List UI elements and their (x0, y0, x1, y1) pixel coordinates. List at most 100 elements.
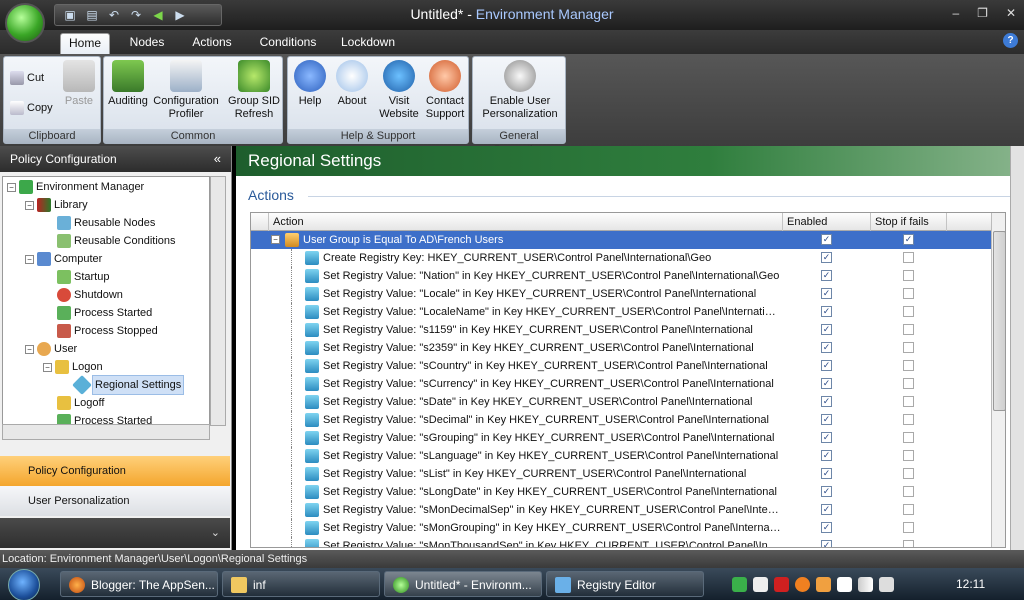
table-row[interactable]: Set Registry Value: "Nation" in Key HKEY… (251, 267, 991, 285)
table-row[interactable]: Set Registry Value: "sCurrency" in Key H… (251, 375, 991, 393)
java-icon[interactable] (816, 576, 831, 592)
grid-scroll-thumb[interactable] (993, 231, 1005, 411)
flag-icon[interactable] (837, 576, 852, 592)
tab-conditions[interactable]: Conditions (254, 33, 322, 54)
stop-if-fails-checkbox[interactable] (903, 270, 914, 281)
about-button[interactable]: About (334, 60, 370, 108)
table-row[interactable]: Set Registry Value: "sLongDate" in Key H… (251, 483, 991, 501)
stop-if-fails-checkbox[interactable] (903, 486, 914, 497)
table-row[interactable]: Set Registry Value: "Locale" in Key HKEY… (251, 285, 991, 303)
clock[interactable]: 12:11 (956, 577, 985, 591)
enabled-checkbox[interactable]: ✓ (821, 234, 832, 245)
tree-node-user[interactable]: − User (25, 340, 77, 358)
enabled-checkbox[interactable]: ✓ (821, 468, 832, 479)
cut-button[interactable]: Cut (10, 71, 44, 85)
nav-user-personalization[interactable]: User Personalization (0, 486, 230, 516)
collapse-icon[interactable]: − (7, 182, 16, 192)
stop-if-fails-checkbox[interactable] (903, 540, 914, 547)
tab-nodes[interactable]: Nodes (122, 33, 172, 54)
copy-button[interactable]: Copy (10, 101, 53, 115)
enabled-checkbox[interactable]: ✓ (821, 414, 832, 425)
tab-lockdown[interactable]: Lockdown (336, 33, 400, 54)
application-menu-button[interactable] (5, 3, 45, 43)
enabled-checkbox[interactable]: ✓ (821, 378, 832, 389)
enabled-checkbox[interactable]: ✓ (821, 252, 832, 263)
help-icon[interactable]: ? (1003, 33, 1018, 48)
enabled-checkbox[interactable]: ✓ (821, 324, 832, 335)
column-header-action[interactable]: Action (269, 213, 783, 231)
help-button[interactable]: Help (292, 60, 328, 108)
enabled-checkbox[interactable]: ✓ (821, 360, 832, 371)
auditing-button[interactable]: Auditing (106, 60, 150, 108)
table-row[interactable]: Set Registry Value: "s1159" in Key HKEY_… (251, 321, 991, 339)
taskbar-item-blogger[interactable]: Blogger: The AppSen... (60, 571, 218, 597)
security-check-icon[interactable] (732, 576, 747, 592)
network-icon[interactable] (858, 576, 873, 592)
paste-button[interactable]: Paste (60, 60, 98, 108)
enabled-checkbox[interactable]: ✓ (821, 270, 832, 281)
update-icon[interactable] (795, 576, 810, 592)
enable-user-personalization-button[interactable]: Enable User Personalization (475, 60, 565, 121)
group-sid-refresh-button[interactable]: Group SID Refresh (226, 60, 282, 121)
collapse-icon[interactable]: − (25, 200, 34, 210)
table-row[interactable]: Set Registry Value: "sMonDecimalSep" in … (251, 501, 991, 519)
tab-home[interactable]: Home (60, 33, 110, 54)
tree-horizontal-scrollbar[interactable] (2, 424, 210, 440)
table-row[interactable]: Set Registry Value: "sGrouping" in Key H… (251, 429, 991, 447)
tree-node-regional-settings[interactable]: Regional Settings (72, 375, 185, 395)
tree-node-logoff[interactable]: Logoff (57, 394, 104, 412)
start-button[interactable] (8, 569, 40, 600)
grid-vertical-scrollbar[interactable] (991, 213, 1005, 547)
table-row[interactable]: Set Registry Value: "sList" in Key HKEY_… (251, 465, 991, 483)
table-row[interactable]: Set Registry Value: "sLanguage" in Key H… (251, 447, 991, 465)
tree-node-shutdown[interactable]: Shutdown (57, 286, 123, 304)
nav-more-chevron-icon[interactable]: ⌄ (0, 518, 230, 548)
stop-if-fails-checkbox[interactable] (903, 360, 914, 371)
collapse-pane-icon[interactable]: « (214, 146, 221, 172)
restore-icon[interactable]: ❐ (977, 6, 988, 20)
close-icon[interactable]: ✕ (1006, 6, 1016, 20)
taskbar-item-registry-editor[interactable]: Registry Editor (546, 571, 704, 597)
stop-if-fails-checkbox[interactable] (903, 432, 914, 443)
tree-node-process-stopped[interactable]: Process Stopped (57, 322, 158, 340)
table-row[interactable]: Set Registry Value: "sMonGrouping" in Ke… (251, 519, 991, 537)
tree-node-logon[interactable]: − Logon (43, 358, 103, 376)
taskbar-item-inf[interactable]: inf (222, 571, 380, 597)
stop-if-fails-checkbox[interactable] (903, 342, 914, 353)
tree-vertical-scrollbar[interactable] (210, 176, 226, 426)
table-row[interactable]: Set Registry Value: "s2359" in Key HKEY_… (251, 339, 991, 357)
enabled-checkbox[interactable]: ✓ (821, 540, 832, 547)
stop-if-fails-checkbox[interactable] (903, 468, 914, 479)
stop-if-fails-checkbox[interactable] (903, 396, 914, 407)
tree-node-startup[interactable]: Startup (57, 268, 109, 286)
enabled-checkbox[interactable]: ✓ (821, 432, 832, 443)
table-row[interactable]: Create Registry Key: HKEY_CURRENT_USER\C… (251, 249, 991, 267)
collapse-icon[interactable]: − (25, 254, 34, 264)
adobe-icon[interactable] (774, 576, 789, 592)
stop-if-fails-checkbox[interactable] (903, 504, 914, 515)
collapse-icon[interactable]: − (43, 362, 52, 372)
stop-if-fails-checkbox[interactable] (903, 324, 914, 335)
table-row[interactable]: Set Registry Value: "LocaleName" in Key … (251, 303, 991, 321)
stop-if-fails-checkbox[interactable] (903, 378, 914, 389)
configuration-profiler-button[interactable]: Configuration Profiler (152, 60, 220, 121)
enabled-checkbox[interactable]: ✓ (821, 522, 832, 533)
enabled-checkbox[interactable]: ✓ (821, 342, 832, 353)
stop-if-fails-checkbox[interactable] (903, 252, 914, 263)
stop-if-fails-checkbox[interactable]: ✓ (903, 234, 914, 245)
table-row-parent-condition[interactable]: − User Group is Equal To AD\French Users ✓… (251, 231, 991, 249)
enabled-checkbox[interactable]: ✓ (821, 288, 832, 299)
stop-if-fails-checkbox[interactable] (903, 306, 914, 317)
stop-if-fails-checkbox[interactable] (903, 450, 914, 461)
table-row[interactable]: Set Registry Value: "sDecimal" in Key HK… (251, 411, 991, 429)
device-icon[interactable] (753, 576, 768, 592)
enabled-checkbox[interactable]: ✓ (821, 486, 832, 497)
collapse-icon[interactable]: − (25, 344, 34, 354)
visit-website-button[interactable]: Visit Website (376, 60, 422, 121)
tab-actions[interactable]: Actions (186, 33, 238, 54)
enabled-checkbox[interactable]: ✓ (821, 504, 832, 515)
table-row[interactable]: Set Registry Value: "sCountry" in Key HK… (251, 357, 991, 375)
contact-support-button[interactable]: Contact Support (422, 60, 468, 121)
column-header-enabled[interactable]: Enabled (783, 213, 871, 231)
enabled-checkbox[interactable]: ✓ (821, 450, 832, 461)
